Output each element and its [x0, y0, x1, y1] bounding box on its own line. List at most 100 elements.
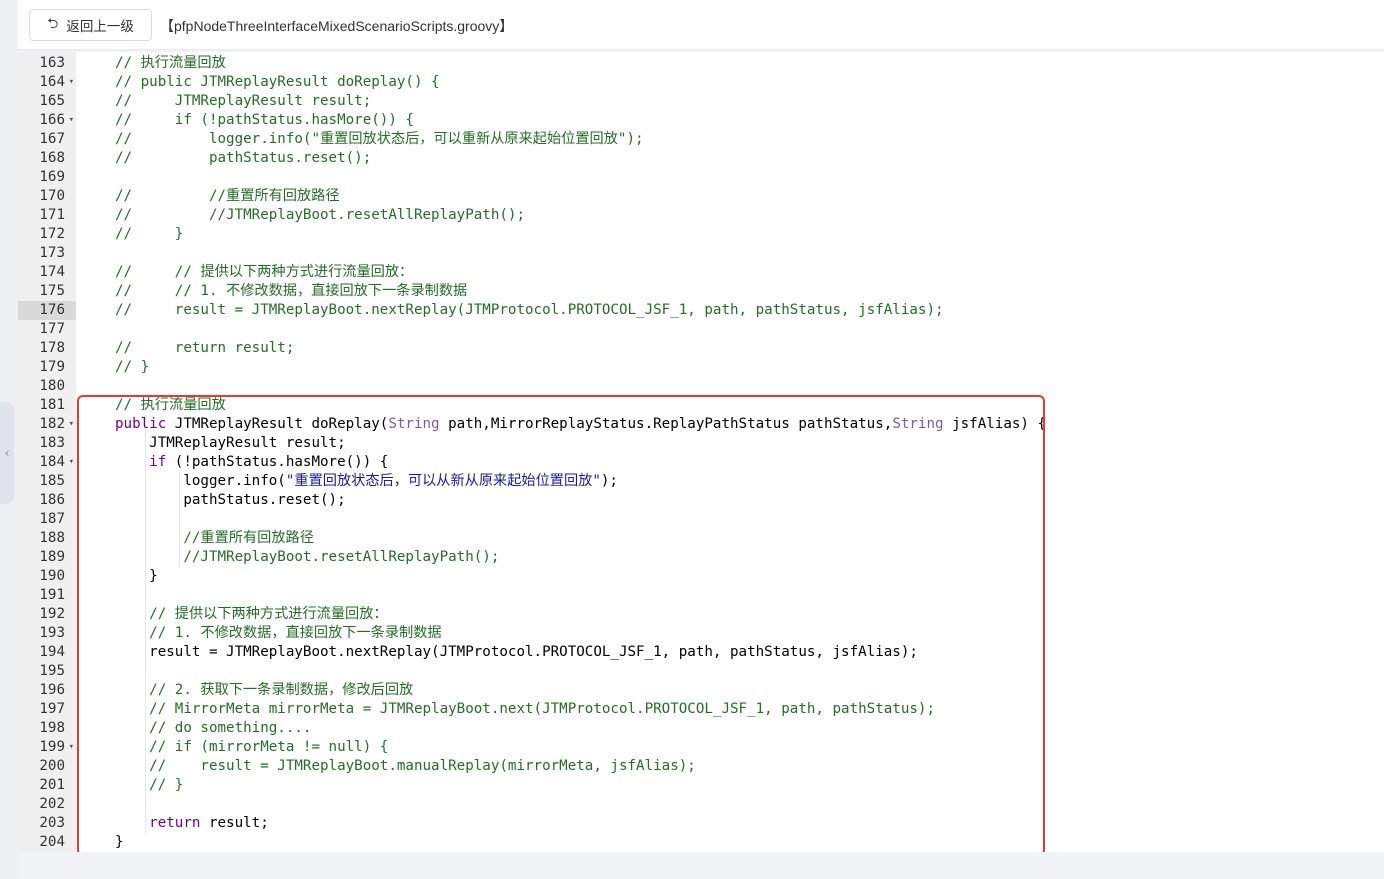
- code-token: // 2. 获取下一条录制数据，修改后回放: [149, 682, 414, 698]
- code-line[interactable]: 204}: [18, 833, 1384, 852]
- back-button[interactable]: ⮌ 返回上一级: [29, 9, 152, 41]
- code-line[interactable]: 191: [18, 586, 1384, 605]
- code-line[interactable]: 173: [18, 244, 1384, 263]
- code-line[interactable]: 190 }: [18, 567, 1384, 586]
- code-token: // }: [115, 226, 184, 242]
- line-number: 164: [39, 74, 65, 90]
- code-line[interactable]: 200 // result = JTMReplayBoot.manualRepl…: [18, 757, 1384, 776]
- code-line[interactable]: 199 ▾ // if (mirrorMeta != null) {: [18, 738, 1384, 757]
- fold-arrow-icon[interactable]: ▾: [69, 453, 74, 472]
- line-number-cell: 196: [18, 681, 76, 700]
- code-line[interactable]: 168 // pathStatus.reset();: [18, 149, 1384, 168]
- code-line[interactable]: 179 // }: [18, 358, 1384, 377]
- code-token: (!pathStatus.hasMore()) {: [166, 454, 389, 470]
- line-number-cell: 195: [18, 662, 76, 681]
- fold-arrow-icon[interactable]: ▾: [69, 73, 74, 92]
- code-line[interactable]: 170 // //重置所有回放路径: [18, 187, 1384, 206]
- line-number-cell: 165: [18, 92, 76, 111]
- code-line[interactable]: 202: [18, 795, 1384, 814]
- code-token: public: [115, 416, 167, 432]
- line-number-cell: 186: [18, 491, 76, 510]
- code-line[interactable]: 188 //重置所有回放路径: [18, 529, 1384, 548]
- code-line[interactable]: 196 // 2. 获取下一条录制数据，修改后回放: [18, 681, 1384, 700]
- sidebar-collapse-toggle[interactable]: ‹: [0, 402, 14, 504]
- code-line[interactable]: 174 // // 提供以下两种方式进行流量回放：: [18, 263, 1384, 282]
- line-number-cell: 171: [18, 206, 76, 225]
- line-number: 181: [39, 397, 65, 413]
- code-line[interactable]: 164 ▾ // public JTMReplayResult doReplay()…: [18, 73, 1384, 92]
- code-line[interactable]: 197 // MirrorMeta mirrorMeta = JTMReplay…: [18, 700, 1384, 719]
- code-token: // result = JTMReplayBoot.manualReplay(m…: [149, 758, 696, 774]
- code-text: // 执行流量回放: [115, 54, 226, 73]
- line-number-cell: 169: [18, 168, 76, 187]
- code-line[interactable]: 175 // // 1. 不修改数据，直接回放下一条录制数据: [18, 282, 1384, 301]
- indent-guide: [144, 662, 146, 681]
- code-line[interactable]: 177: [18, 320, 1384, 339]
- code-line[interactable]: 195: [18, 662, 1384, 681]
- code-text: // MirrorMeta mirrorMeta = JTMReplayBoot…: [115, 700, 935, 719]
- code-line[interactable]: 194 result = JTMReplayBoot.nextReplay(JT…: [18, 643, 1384, 662]
- code-line[interactable]: 180: [18, 377, 1384, 396]
- code-text: // 2. 获取下一条录制数据，修改后回放: [115, 681, 413, 700]
- code-text: // return result;: [115, 339, 294, 358]
- line-number: 174: [39, 264, 65, 280]
- line-number-cell: 179: [18, 358, 76, 377]
- code-text: if (!pathStatus.hasMore()) {: [115, 453, 388, 472]
- code-line[interactable]: 184 ▾ if (!pathStatus.hasMore()) {: [18, 453, 1384, 472]
- code-line[interactable]: 187: [18, 510, 1384, 529]
- code-line[interactable]: 183 JTMReplayResult result;: [18, 434, 1384, 453]
- line-number-cell: 201: [18, 776, 76, 795]
- code-line[interactable]: 169: [18, 168, 1384, 187]
- code-line[interactable]: 186 pathStatus.reset();: [18, 491, 1384, 510]
- code-text: // //重置所有回放路径: [115, 187, 340, 206]
- code-line[interactable]: 178 // return result;: [18, 339, 1384, 358]
- fold-arrow-icon[interactable]: ▾: [69, 738, 74, 757]
- fold-arrow-icon[interactable]: ▾: [69, 415, 74, 434]
- code-token: return: [149, 815, 201, 831]
- line-number: 177: [39, 321, 65, 337]
- line-number-cell: 204: [18, 833, 76, 852]
- code-line[interactable]: 201 // }: [18, 776, 1384, 795]
- code-line[interactable]: 189 //JTMReplayBoot.resetAllReplayPath()…: [18, 548, 1384, 567]
- code-token: }: [115, 568, 158, 584]
- code-line[interactable]: 198 // do something....: [18, 719, 1384, 738]
- code-line[interactable]: 192 // 提供以下两种方式进行流量回放：: [18, 605, 1384, 624]
- line-number-cell: 187: [18, 510, 76, 529]
- line-number: 189: [39, 549, 65, 565]
- code-line[interactable]: 185 logger.info("重置回放状态后，可以从新从原来起始位置回放")…: [18, 472, 1384, 491]
- code-line[interactable]: 166 ▾ // if (!pathStatus.hasMore()) {: [18, 111, 1384, 130]
- code-line[interactable]: 203 return result;: [18, 814, 1384, 833]
- code-text: //JTMReplayBoot.resetAllReplayPath();: [115, 548, 499, 567]
- code-line[interactable]: 176 // result = JTMReplayBoot.nextReplay(…: [18, 301, 1384, 320]
- code-line[interactable]: 182 ▾ public JTMReplayResult doReplay(Stri…: [18, 415, 1384, 434]
- code-line[interactable]: 167 // logger.info("重置回放状态后，可以重新从原来起始位置回放…: [18, 130, 1384, 149]
- code-line[interactable]: 165 // JTMReplayResult result;: [18, 92, 1384, 111]
- line-number: 192: [39, 606, 65, 622]
- line-number: 186: [39, 492, 65, 508]
- code-line[interactable]: 181 // 执行流量回放: [18, 396, 1384, 415]
- line-number: 190: [39, 568, 65, 584]
- code-text: // pathStatus.reset();: [115, 149, 371, 168]
- line-number-cell: 172: [18, 225, 76, 244]
- code-text: // public JTMReplayResult doReplay() {: [115, 73, 440, 92]
- line-number-cell: 178: [18, 339, 76, 358]
- code-text: //重置所有回放路径: [115, 529, 314, 548]
- code-text: // 执行流量回放: [115, 396, 226, 415]
- code-token: // result = JTMReplayBoot.nextReplay(JTM…: [115, 302, 944, 318]
- code-lines: 163// 执行流量回放 164 ▾// public JTMReplayResul…: [18, 54, 1384, 852]
- code-line[interactable]: 163 // 执行流量回放: [18, 54, 1384, 73]
- code-line[interactable]: 171 // //JTMReplayBoot.resetAllReplayPath…: [18, 206, 1384, 225]
- code-token: // public JTMReplayResult doReplay() {: [115, 74, 440, 90]
- fold-arrow-icon[interactable]: ▾: [69, 111, 74, 130]
- line-number-cell: 168: [18, 149, 76, 168]
- line-number-cell: 183: [18, 434, 76, 453]
- line-number: 200: [39, 758, 65, 774]
- code-line[interactable]: 193 // 1. 不修改数据，直接回放下一条录制数据: [18, 624, 1384, 643]
- line-number-cell: 177: [18, 320, 76, 339]
- code-line[interactable]: 172 // }: [18, 225, 1384, 244]
- code-editor[interactable]: 163// 执行流量回放 164 ▾// public JTMReplayResul…: [18, 52, 1384, 852]
- code-token: // JTMReplayResult result;: [115, 93, 372, 109]
